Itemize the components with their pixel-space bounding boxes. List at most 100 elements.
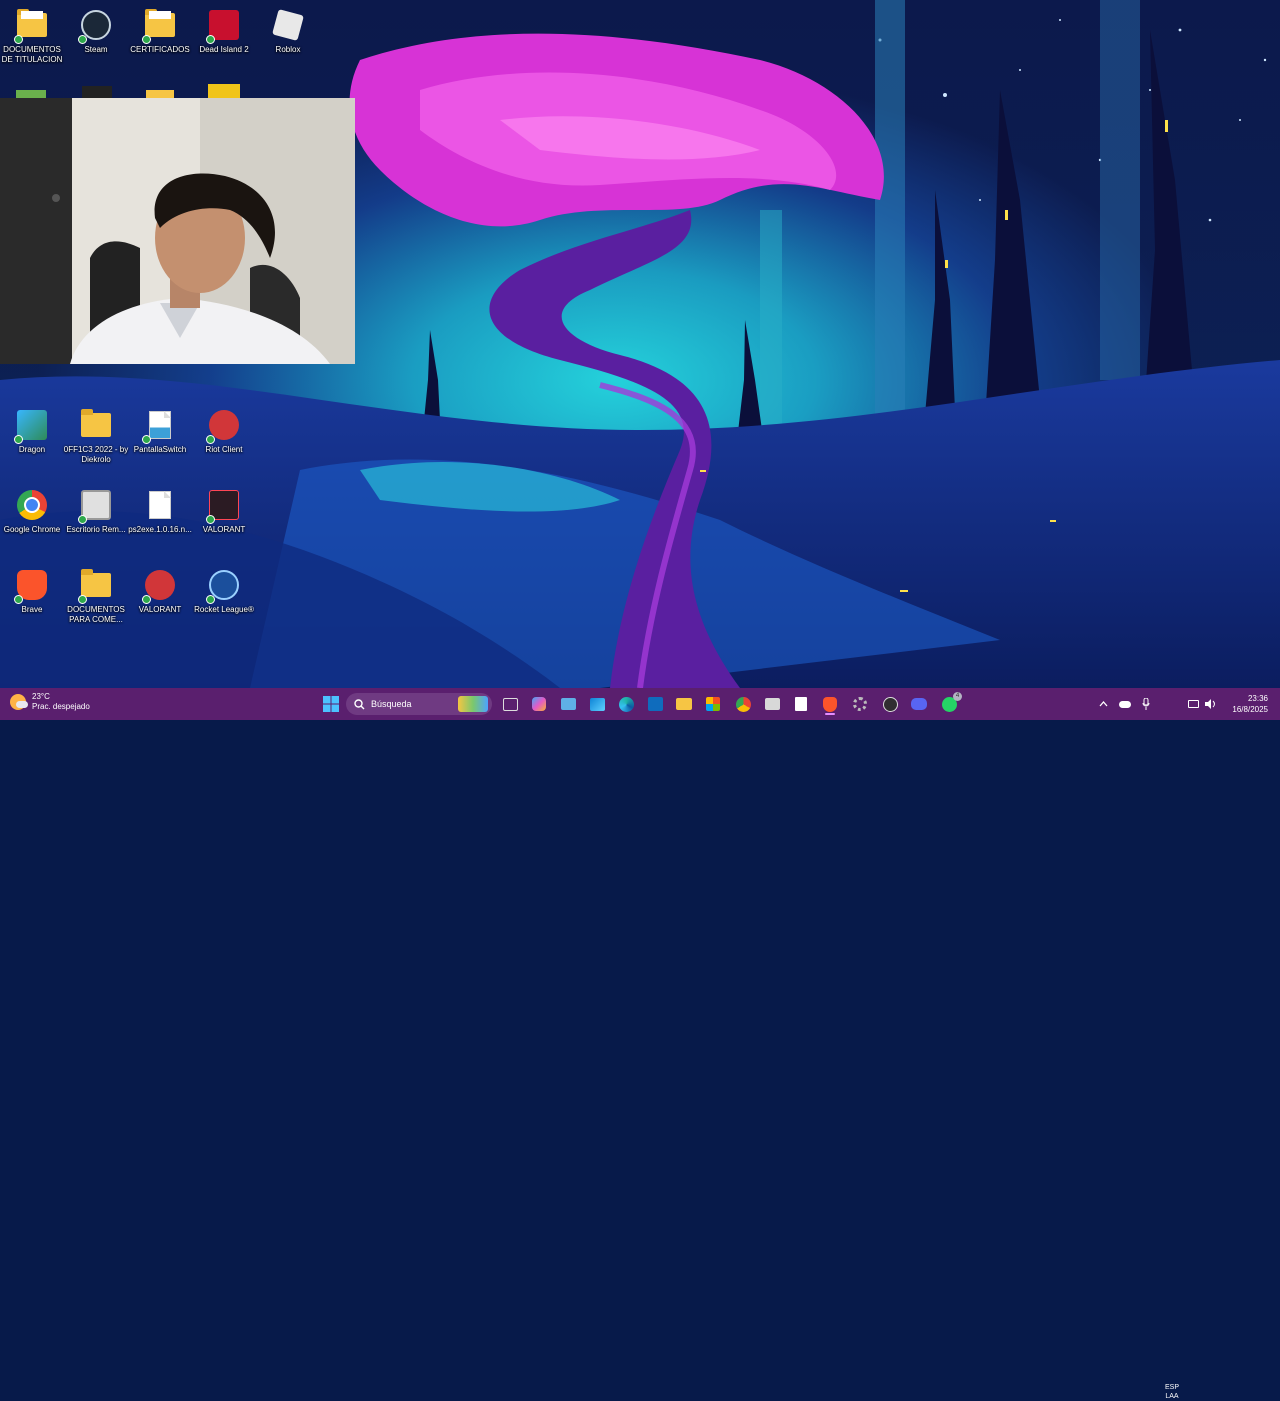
taskbar-clock[interactable]: 23:36 16/8/2025 xyxy=(1226,693,1268,715)
brave-icon xyxy=(14,568,49,604)
desktop-icon-pantalla-switch[interactable]: PantallaSwitch xyxy=(128,404,192,455)
icon-label: PantallaSwitch xyxy=(133,445,187,454)
obs-icon xyxy=(882,696,898,712)
task-view-icon xyxy=(502,697,518,711)
icon-label: Rocket League® xyxy=(194,605,254,614)
copilot-icon xyxy=(532,697,546,711)
taskbar-obs[interactable] xyxy=(879,693,901,715)
taskbar-file-explorer[interactable] xyxy=(673,693,695,715)
folder-icon xyxy=(146,90,174,98)
folder-icon xyxy=(79,408,113,442)
outlook-icon xyxy=(647,697,663,711)
notepad-icon xyxy=(795,697,807,711)
desktop-icon-google-chrome[interactable]: Google Chrome xyxy=(0,484,64,535)
icon-label: DOCUMENTOS DE TITULACION xyxy=(1,45,63,64)
desktop-icon-valorant-2[interactable]: VALORANT xyxy=(128,564,192,615)
document-icon xyxy=(142,408,177,444)
riot-client-icon xyxy=(142,568,177,604)
desktop-icon-escritorio-remoto[interactable]: Escritorio Rem... xyxy=(64,484,128,535)
dead-island-icon xyxy=(206,8,241,44)
edge-icon xyxy=(618,696,634,712)
desktop-icon-rocket-league[interactable]: Rocket League® xyxy=(192,564,256,615)
taskbar-copilot[interactable] xyxy=(528,693,550,715)
desktop-icon-roblox[interactable]: Roblox xyxy=(256,4,320,55)
windows-logo-icon xyxy=(323,696,339,712)
notification-badge: 4 xyxy=(953,692,962,701)
weather-widget[interactable]: 23°C Prac. despejado xyxy=(10,692,90,712)
epic-games-icon xyxy=(82,86,112,98)
language-code: ESP xyxy=(1164,1384,1179,1391)
taskbar-outlook[interactable] xyxy=(644,693,666,715)
valorant-icon xyxy=(206,488,241,524)
weather-temperature: 23°C xyxy=(32,692,50,701)
taskbar: 23°C Prac. despejado Búsqueda 4 ESP LAA xyxy=(0,688,1280,1400)
icon-label: 0FF1C3 2022 - by Diekrolo xyxy=(63,445,129,464)
rocket-league-icon xyxy=(206,568,241,604)
brave-icon xyxy=(823,696,837,712)
search-placeholder: Búsqueda xyxy=(371,699,412,709)
desktop-icon-riot-client[interactable]: Riot Client xyxy=(192,404,256,455)
network-button[interactable] xyxy=(1186,693,1200,715)
taskbar-remote-desktop[interactable] xyxy=(557,693,579,715)
icon-label: Escritorio Rem... xyxy=(66,525,126,534)
taskbar-edge[interactable] xyxy=(615,693,637,715)
riot-client-icon xyxy=(206,408,241,444)
store-icon xyxy=(706,697,720,711)
task-view-button[interactable] xyxy=(499,693,521,715)
folder-icon xyxy=(676,698,692,710)
folder-icon xyxy=(142,8,177,44)
app-icon-partial xyxy=(16,90,46,98)
taskbar-app-remote[interactable] xyxy=(761,693,783,715)
file-icon xyxy=(143,488,177,522)
webcam-feed xyxy=(0,98,355,364)
microphone-button[interactable] xyxy=(1137,693,1155,715)
desktop-icon-documentos-titulacion[interactable]: DOCUMENTOS DE TITULACION xyxy=(0,4,64,65)
volume-button[interactable] xyxy=(1203,693,1219,715)
taskbar-store[interactable] xyxy=(702,693,724,715)
desktop-icon-dead-island[interactable]: Dead Island 2 xyxy=(192,4,256,55)
onedrive-button[interactable] xyxy=(1116,693,1134,715)
clock-date: 16/8/2025 xyxy=(1232,705,1268,714)
search-icon xyxy=(354,698,365,709)
active-indicator xyxy=(825,713,835,715)
icon-label: Dragon xyxy=(18,445,46,454)
desktop-icon-valorant-1[interactable]: VALORANT xyxy=(192,484,256,535)
taskbar-discord[interactable] xyxy=(908,693,930,715)
desktop-icon-off1c3[interactable]: 0FF1C3 2022 - by Diekrolo xyxy=(64,404,128,465)
keyboard-layout: LAA xyxy=(1165,1393,1179,1400)
roblox-icon xyxy=(271,8,305,42)
taskbar-chrome[interactable] xyxy=(732,693,754,715)
taskbar-whatsapp[interactable]: 4 xyxy=(938,692,962,715)
steam-icon xyxy=(78,8,113,44)
desktop-icon-steam[interactable]: Steam xyxy=(64,4,128,55)
icon-label: VALORANT xyxy=(138,605,182,614)
icon-label: Steam xyxy=(84,45,108,54)
start-button[interactable] xyxy=(320,693,342,715)
webcam-overlay xyxy=(0,98,355,364)
desktop-icon-certificados[interactable]: CERTIFICADOS xyxy=(128,4,192,55)
taskbar-settings[interactable] xyxy=(849,693,871,715)
app-icon-partial xyxy=(208,84,240,98)
weather-description: Prac. despejado xyxy=(32,702,90,711)
desktop-icon-dragon[interactable]: Dragon xyxy=(0,404,64,455)
microphone-icon xyxy=(1142,698,1150,710)
cloud-icon xyxy=(1119,700,1131,708)
icon-label: Google Chrome xyxy=(3,525,61,534)
taskbar-notepad[interactable] xyxy=(790,693,812,715)
clock-time: 23:36 xyxy=(1247,694,1268,703)
folder-icon xyxy=(14,8,49,44)
remote-app-icon xyxy=(764,698,780,710)
desktop-icon-ps2exe[interactable]: ps2exe.1.0.16.n... xyxy=(128,484,192,535)
show-hidden-icons-button[interactable] xyxy=(1094,693,1112,715)
icon-label: Riot Client xyxy=(205,445,243,454)
icon-label: Dead Island 2 xyxy=(199,45,249,54)
chrome-icon xyxy=(15,488,49,522)
icon-label: Brave xyxy=(21,605,43,614)
desktop-icon-brave[interactable]: Brave xyxy=(0,564,64,615)
taskbar-brave[interactable] xyxy=(819,693,841,715)
desktop-icon-documentos-para-come[interactable]: DOCUMENTOS PARA COME... xyxy=(64,564,128,625)
remote-desktop-icon xyxy=(78,488,113,524)
taskbar-photos[interactable] xyxy=(586,693,608,715)
language-indicator[interactable]: ESP LAA xyxy=(1160,1383,1184,1401)
taskbar-search[interactable]: Búsqueda xyxy=(346,693,492,715)
